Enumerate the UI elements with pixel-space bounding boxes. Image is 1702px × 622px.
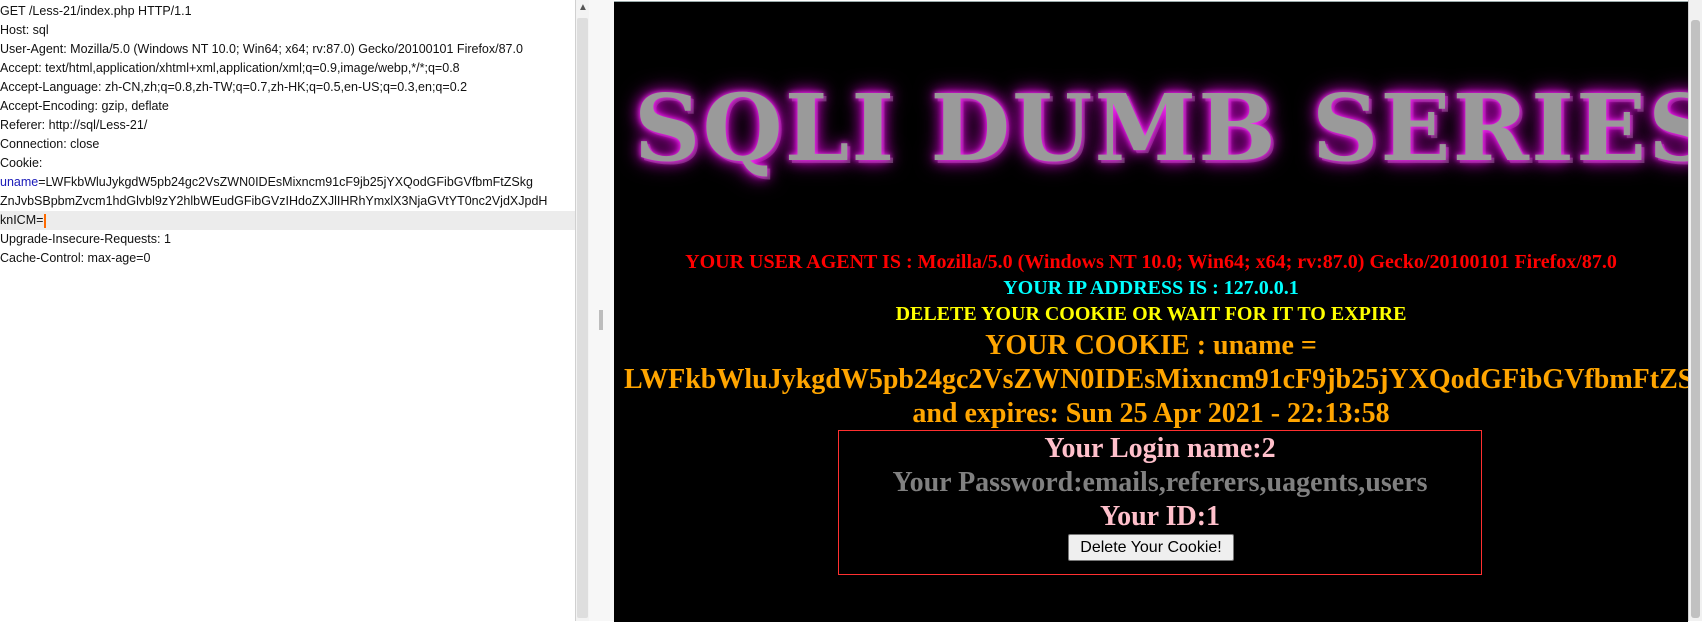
request-line[interactable]: Referer: http://sql/Less-21/	[0, 116, 575, 135]
password-text: Your Password:emails,referers,uagents,us…	[892, 467, 1428, 498]
rendered-response-view: SQLI DUMB SERIES YOUR USER AGENT IS : Mo…	[614, 1, 1688, 622]
delete-cookie-notice: DELETE YOUR COOKIE OR WAIT FOR IT TO EXP…	[895, 303, 1407, 325]
request-line[interactable]: Upgrade-Insecure-Requests: 1	[0, 230, 575, 249]
cookie-value-part: =LWFkbWluJykgdW5pb24gc2VsZWN0IDEsMixncm9…	[38, 175, 533, 189]
request-editor-scrollbar[interactable]: ▲	[575, 0, 590, 621]
user-agent-text: YOUR USER AGENT IS : Mozilla/5.0 (Window…	[685, 251, 1617, 273]
login-name: Your Login name:2	[1044, 433, 1276, 464]
delete-cookie-button[interactable]: Delete Your Cookie!	[1068, 534, 1234, 561]
rendered-view-scrollbar[interactable]	[1688, 0, 1702, 621]
ip-address-text: YOUR IP ADDRESS IS : 127.0.0.1	[1003, 277, 1299, 299]
request-line[interactable]: Cache-Control: max-age=0	[0, 249, 575, 268]
pane-splitter[interactable]	[589, 0, 614, 621]
text-caret	[44, 213, 47, 228]
sqli-dumb-series-banner: SQLI DUMB SERIES	[634, 74, 1688, 182]
cookie-line[interactable]: uname=LWFkbWluJykgdW5pb24gc2VsZWN0IDEsMi…	[0, 173, 575, 192]
request-line[interactable]: Accept: text/html,application/xhtml+xml,…	[0, 59, 575, 78]
request-line[interactable]: Accept-Language: zh-CN,zh;q=0.8,zh-TW;q=…	[0, 78, 575, 97]
cookie-value-end: knICM=	[0, 213, 44, 227]
scroll-up-arrow-icon[interactable]: ▲	[576, 0, 590, 16]
request-line[interactable]: Connection: close	[0, 135, 575, 154]
login-id: Your ID:1	[1099, 501, 1221, 532]
request-editor[interactable]: GET /Less-21/index.php HTTP/1.1 Host: sq…	[0, 0, 575, 621]
request-lines: GET /Less-21/index.php HTTP/1.1 Host: sq…	[0, 2, 575, 268]
cookie-continuation-line[interactable]: ZnJvbSBpbmZvcm1hdGlvbl9zY2hlbWEudGFibGVz…	[0, 192, 575, 211]
request-line[interactable]: Cookie:	[0, 154, 575, 173]
login-result-box: Your Login name:2 Your Password:emails,r…	[838, 430, 1482, 575]
cookie-label: YOUR COOKIE : uname =	[985, 330, 1317, 361]
cookie-continuation-line-current[interactable]: knICM=	[0, 211, 575, 230]
cookie-key: uname	[0, 175, 39, 189]
request-line[interactable]: Host: sql	[0, 21, 575, 40]
request-line[interactable]: Accept-Encoding: gzip, deflate	[0, 97, 575, 116]
scrollbar-thumb[interactable]	[577, 18, 588, 618]
scrollbar-thumb[interactable]	[1691, 20, 1700, 618]
cookie-expires: and expires: Sun 25 Apr 2021 - 22:13:58	[912, 398, 1390, 429]
cookie-value: LWFkbWluJykgdW5pb24gc2VsZWN0IDEsMixncm91…	[624, 364, 1688, 395]
splitter-grip-icon[interactable]	[599, 310, 603, 330]
request-line[interactable]: GET /Less-21/index.php HTTP/1.1	[0, 2, 575, 21]
request-line[interactable]: User-Agent: Mozilla/5.0 (Windows NT 10.0…	[0, 40, 575, 59]
